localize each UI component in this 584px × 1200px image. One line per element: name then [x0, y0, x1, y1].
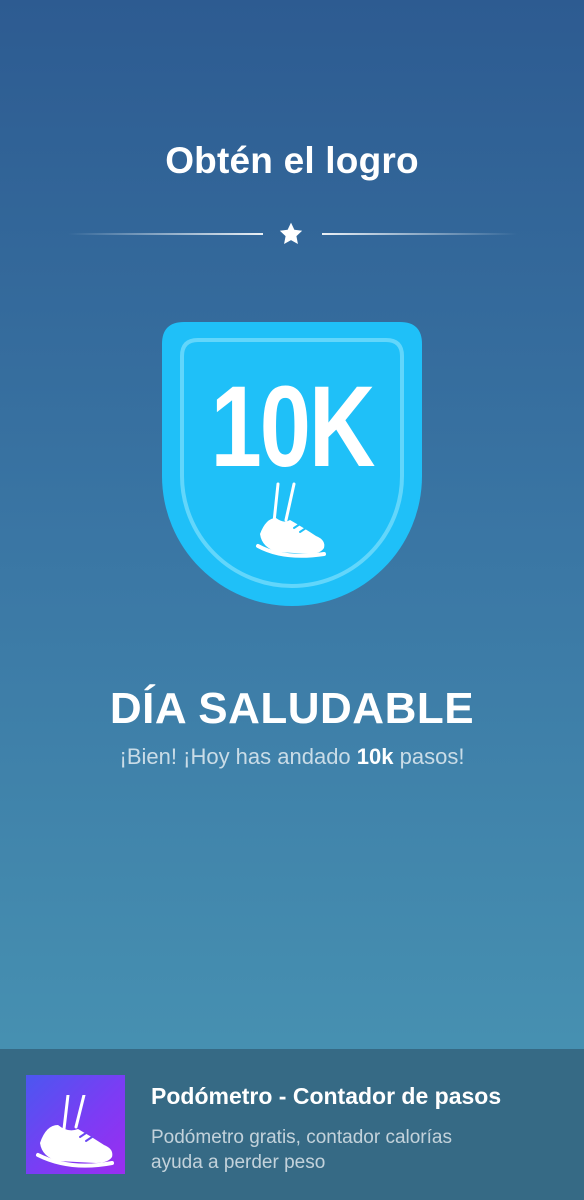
page-title: Obtén el logro — [165, 140, 419, 181]
title-divider — [0, 218, 584, 250]
badge-label: 10K — [210, 363, 376, 491]
desc-prefix: ¡Bien! ¡Hoy has andado — [119, 744, 357, 769]
ad-app-icon[interactable] — [26, 1075, 125, 1174]
divider-line-right — [322, 233, 517, 235]
desc-suffix: pasos! — [393, 744, 465, 769]
desc-bold: 10k — [356, 744, 394, 769]
divider-line-left — [68, 233, 263, 235]
star-icon — [279, 222, 303, 244]
shoe-icon — [256, 482, 326, 558]
ad-desc-line1: Podómetro gratis, contador calorías — [151, 1127, 452, 1148]
ad-banner[interactable]: Podómetro - Contador de pasos Podómetro … — [0, 1049, 584, 1200]
achievement-description: ¡Bien! ¡Hoy has andado 10k pasos! — [0, 744, 584, 770]
ad-desc-line2: ayuda a perder peso — [151, 1152, 326, 1173]
ad-description: Podómetro gratis, contador calorías ayud… — [151, 1125, 561, 1175]
achievement-badge: 10K — [162, 322, 422, 606]
achievement-title: DÍA SALUDABLE — [109, 684, 475, 733]
shoe-icon — [36, 1095, 114, 1168]
ad-title[interactable]: Podómetro - Contador de pasos — [151, 1083, 501, 1110]
